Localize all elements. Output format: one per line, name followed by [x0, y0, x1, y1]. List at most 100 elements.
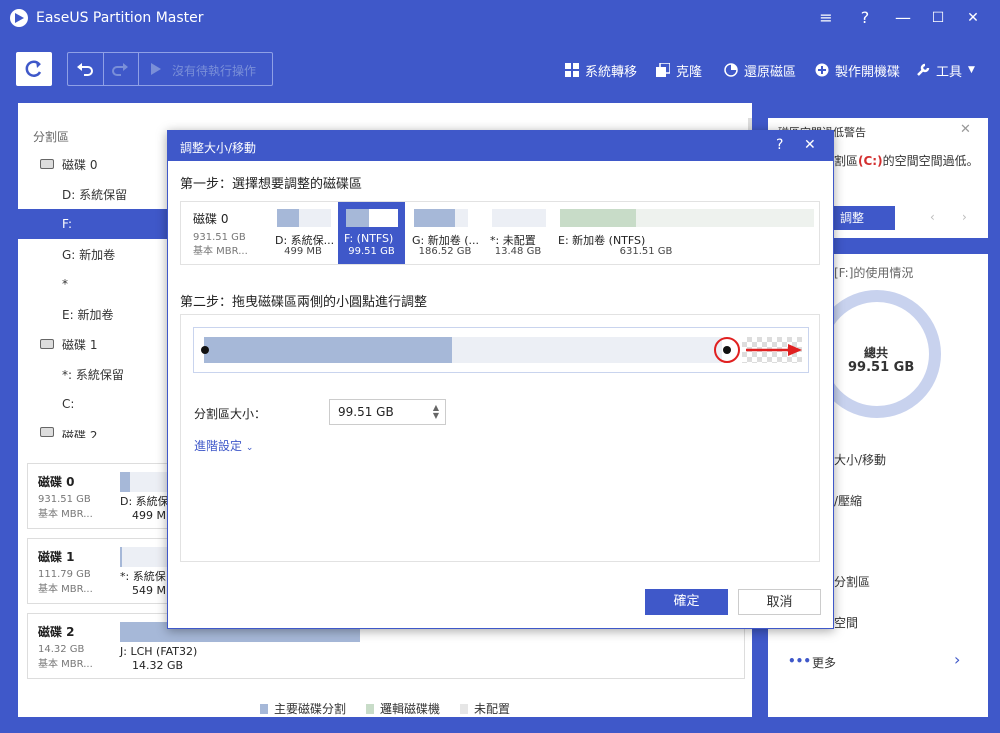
partition-bar[interactable]	[120, 547, 168, 567]
minimize-button[interactable]: —	[890, 6, 916, 30]
disk-name: 磁碟 1	[38, 550, 75, 564]
partition-mini-bar	[277, 209, 331, 227]
maximize-button[interactable]: ☐	[925, 6, 951, 30]
clone-button[interactable]: 克隆	[656, 60, 702, 80]
partition-row-f[interactable]: F:	[18, 209, 178, 239]
boot-media-icon	[815, 63, 829, 77]
partition-mini-bar	[346, 209, 398, 227]
system-migrate-button[interactable]: 系統轉移	[565, 60, 637, 80]
row-label: 磁碟 0	[62, 157, 98, 172]
chevron-down-icon: ⌄	[245, 443, 254, 453]
partition-row-c[interactable]: C:	[18, 389, 178, 419]
step2-label: 第二步：拖曳磁碟區兩側的小圓點進行調整	[180, 295, 428, 310]
action-label: 工具	[936, 64, 963, 80]
partition-mini-fill	[414, 209, 455, 227]
redo-icon[interactable]	[111, 61, 129, 77]
warning-suffix: 的空間空間過低。	[882, 154, 979, 168]
adjust-button[interactable]: 調整	[834, 206, 895, 230]
chevron-right-icon[interactable]: ›	[962, 210, 967, 224]
play-icon	[151, 63, 161, 75]
partition-label: *: 系統保 549 MB	[120, 570, 174, 598]
left-resize-handle[interactable]	[201, 346, 209, 354]
help-icon[interactable]: ?	[852, 6, 878, 30]
disk-name: 磁碟 2	[38, 625, 75, 639]
partition-size: 499 MB	[284, 246, 322, 257]
undo-redo-group: 沒有待執行操作	[67, 52, 273, 86]
menu-space[interactable]: 空間	[834, 614, 858, 631]
partition-size: 549 MB	[132, 584, 174, 597]
windows-icon	[565, 63, 579, 77]
partition-row-disk-2[interactable]: 磁碟 2	[18, 419, 178, 438]
pending-operations-button[interactable]: 沒有待執行操作	[172, 62, 256, 79]
partition-name: *: 系統保	[120, 570, 166, 583]
cancel-button[interactable]: 取消	[738, 589, 821, 615]
chevron-right-icon[interactable]: ›	[954, 650, 960, 669]
partition-block[interactable]: D: 系統保... 499 MB	[269, 202, 337, 264]
divider	[103, 53, 104, 85]
partition-row-g[interactable]: G: 新加卷	[18, 239, 178, 269]
partition-block-selected[interactable]: F: (NTFS) 99.51 GB	[338, 202, 405, 264]
partition-mini-fill	[277, 209, 299, 227]
partition-row-disk-0[interactable]: 磁碟 0	[18, 149, 178, 179]
step1-label: 第一步：選擇想要調整的磁碟區	[180, 177, 363, 192]
help-icon[interactable]: ?	[776, 137, 783, 153]
menu-shrink[interactable]: /壓縮	[834, 492, 862, 509]
menu-resize-move[interactable]: 大小/移動	[834, 451, 886, 468]
legend-swatch	[260, 703, 268, 714]
legend-item: 未配置	[460, 700, 510, 717]
refresh-button[interactable]	[16, 52, 52, 86]
undo-icon[interactable]	[76, 61, 94, 77]
partition-mini-bar	[560, 209, 814, 227]
partition-row-disk-1[interactable]: 磁碟 1	[18, 329, 178, 359]
dialog-title: 調整大小/移動	[180, 141, 257, 155]
refresh-icon	[25, 60, 42, 77]
restore-partition-button[interactable]: 還原磁區	[724, 60, 796, 80]
create-boot-media-button[interactable]: 製作開機碟	[815, 60, 900, 80]
more-icon: •••	[788, 654, 812, 668]
partition-row-e[interactable]: E: 新加卷	[18, 299, 178, 329]
app-logo-icon	[10, 9, 28, 27]
more-button[interactable]: 更多	[812, 654, 836, 671]
partition-name: D: 系統保	[120, 495, 169, 508]
action-label: 還原磁區	[744, 64, 797, 80]
ok-button[interactable]: 確定	[645, 589, 728, 615]
menu-partition[interactable]: 分割區	[834, 573, 870, 590]
row-label: *: 系統保留	[62, 367, 124, 382]
tools-menu[interactable]: 工具 ▼	[916, 60, 975, 80]
partition-mini-fill	[346, 209, 370, 227]
disk-info: 14.32 GB 基本 MBR...	[38, 642, 93, 672]
menu-icon[interactable]: ≡	[813, 6, 839, 30]
right-resize-handle[interactable]	[723, 346, 731, 354]
disk-icon	[40, 339, 54, 349]
partition-used-bar[interactable]	[204, 337, 452, 363]
close-button[interactable]: ✕	[960, 6, 986, 30]
partition-block[interactable]: G: 新加卷 (... 186.52 GB	[406, 202, 484, 264]
partition-size-input[interactable]: 99.51 GB ▲ ▼	[329, 399, 446, 425]
resize-move-dialog: 調整大小/移動 ? ✕ 第一步：選擇想要調整的磁碟區 磁碟 0 931.51 G…	[167, 130, 834, 629]
partition-free-bar[interactable]	[452, 337, 722, 363]
legend: 主要磁碟分割 邏輯磁碟機 未配置	[260, 700, 510, 717]
partition-bar[interactable]	[120, 472, 168, 492]
row-label: F:	[62, 217, 73, 231]
close-icon[interactable]: ✕	[960, 122, 971, 137]
disk-name: 磁碟 0	[38, 475, 75, 489]
legend-label: 邏輯磁碟機	[380, 702, 441, 716]
stepper-icon[interactable]: ▲ ▼	[433, 404, 439, 420]
chevron-left-icon[interactable]: ‹	[930, 210, 935, 224]
partition-size: 99.51 GB	[348, 246, 395, 257]
advanced-label: 進階設定	[194, 439, 243, 453]
chevron-down-icon: ▼	[968, 65, 975, 75]
partition-block[interactable]: E: 新加卷 (NTFS) 631.51 GB	[552, 202, 820, 264]
action-label: 克隆	[676, 64, 703, 80]
partition-row-d[interactable]: D: 系統保留	[18, 179, 178, 209]
legend-swatch	[460, 703, 469, 714]
legend-item: 邏輯磁碟機	[366, 700, 440, 717]
advanced-settings-link[interactable]: 進階設定 ⌄	[194, 437, 253, 454]
close-icon[interactable]: ✕	[804, 137, 816, 153]
row-label: E: 新加卷	[62, 307, 114, 322]
partition-row-unallocated[interactable]: *	[18, 269, 178, 299]
partition-row-system-reserved[interactable]: *: 系統保留	[18, 359, 178, 389]
warning-text: 割區(C:)的空間空間過低。	[834, 152, 979, 169]
legend-item: 主要磁碟分割	[260, 700, 346, 717]
usage-title: [F:]的使用情況	[834, 266, 914, 280]
